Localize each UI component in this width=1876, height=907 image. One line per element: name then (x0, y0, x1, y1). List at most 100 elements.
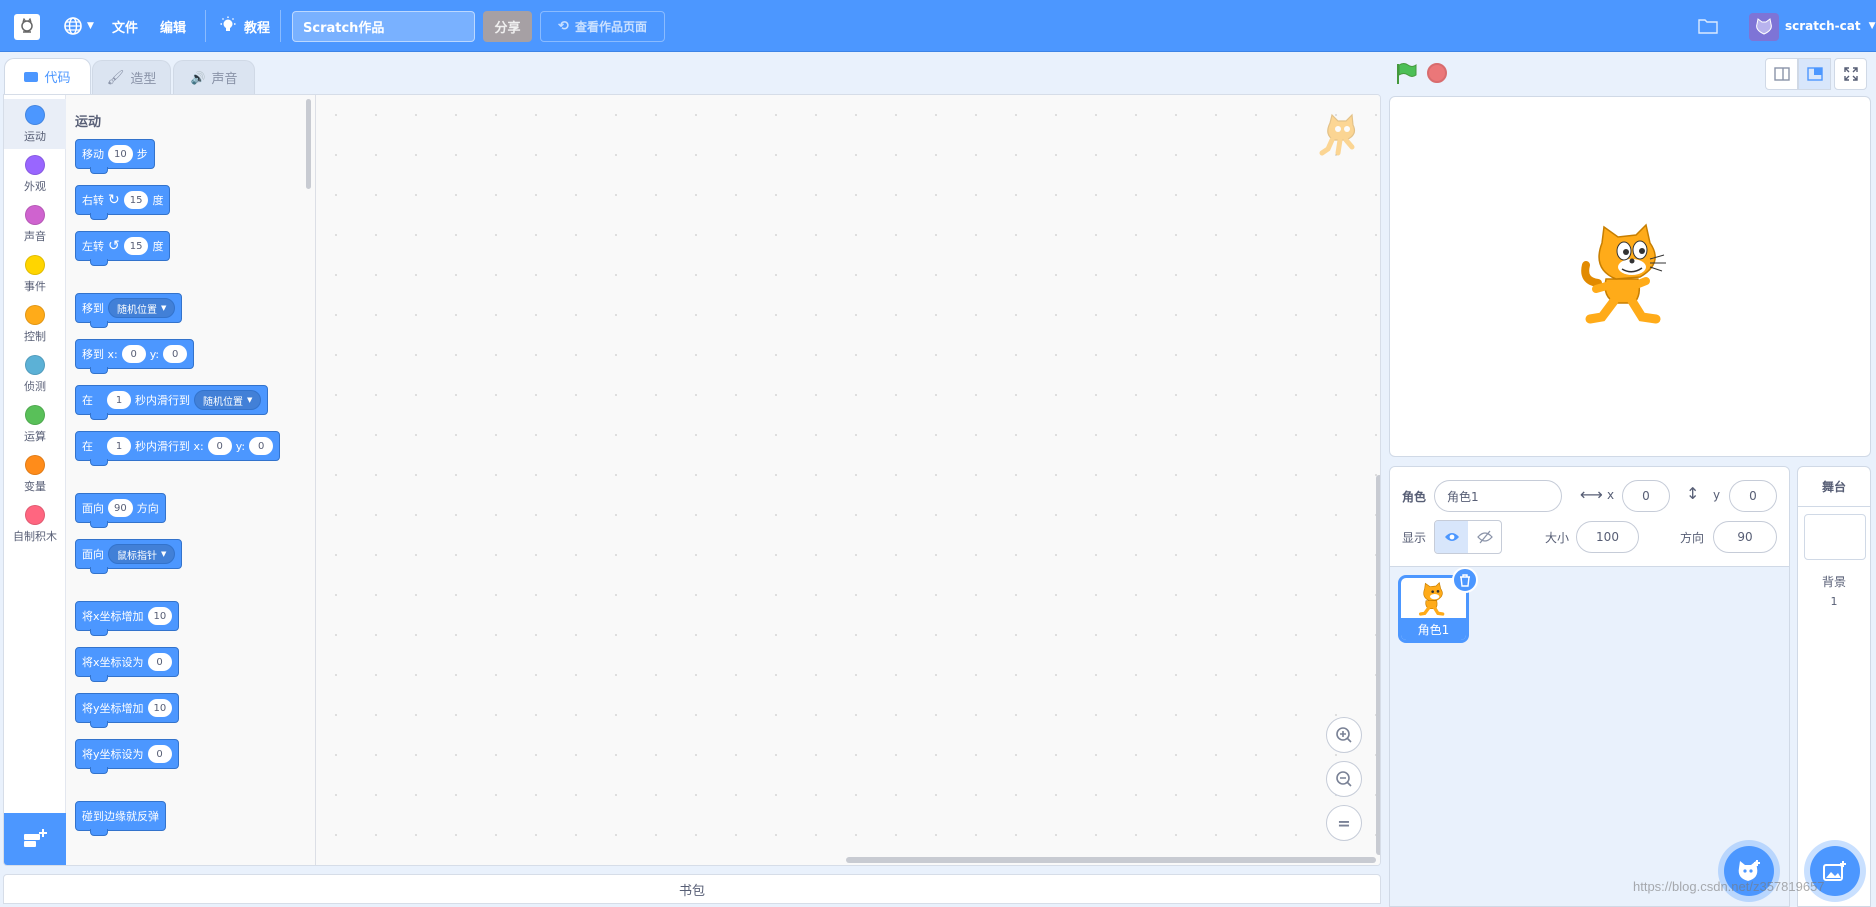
category-item[interactable]: 自制积木 (4, 499, 66, 549)
block-point-direction[interactable]: 面向 90 方向 (75, 493, 166, 528)
block-number-input[interactable]: 0 (147, 653, 172, 671)
category-color-dot (25, 405, 45, 425)
scratch-logo[interactable] (14, 14, 40, 40)
stop-button[interactable] (1427, 63, 1447, 83)
block-number-input[interactable]: 0 (121, 345, 146, 363)
normal-stage-button[interactable] (1798, 58, 1831, 90)
tab-costumes[interactable]: 🖌 造型 (92, 60, 171, 94)
edit-menu[interactable]: 编辑 (160, 0, 186, 52)
zoom-reset-button[interactable]: = (1326, 805, 1362, 841)
stage-canvas[interactable] (1389, 96, 1871, 457)
palette-scrollbar[interactable] (306, 99, 311, 189)
block-number-input[interactable]: 15 (123, 191, 149, 209)
direction-label: 方向 (1680, 531, 1705, 545)
block-number-input[interactable]: 10 (108, 145, 133, 163)
category-item[interactable]: 声音 (4, 199, 66, 249)
direction-input[interactable]: 90 (1713, 521, 1777, 553)
hide-sprite-button[interactable] (1468, 521, 1501, 553)
block-goto[interactable]: 移到 随机位置 ▼ (75, 293, 183, 328)
account-menu[interactable]: scratch-cat ▼ (1785, 0, 1876, 52)
block-number-input[interactable]: 15 (123, 237, 149, 255)
category-menu: 运动 外观 声音 事件 控制侦测运算 变量 自制积木 (4, 95, 66, 865)
block-bounce-on-edge[interactable]: 碰到边缘就反弹 (75, 801, 166, 836)
block-point-towards[interactable]: 面向 鼠标指针 ▼ (75, 539, 183, 574)
block-change-x[interactable]: 将x坐标增加 10 (75, 601, 180, 636)
small-stage-button[interactable] (1765, 58, 1798, 90)
block-number-input[interactable]: 10 (147, 699, 173, 717)
block-set-y[interactable]: 将y坐标设为 0 (75, 739, 179, 774)
block-glide-to[interactable]: 在 1 秒内滑行到 随机位置 ▼ (75, 385, 269, 420)
size-input[interactable]: 100 (1576, 521, 1639, 553)
block-move-steps[interactable]: 移动 10 步 (75, 139, 155, 174)
category-item[interactable]: 侦测 (4, 349, 66, 399)
y-position-input[interactable]: 0 (1729, 480, 1777, 512)
category-item[interactable]: 运算 (4, 399, 66, 449)
block-number-input[interactable]: 1 (107, 437, 131, 455)
lightbulb-icon (220, 16, 236, 31)
share-button[interactable]: 分享 (483, 11, 532, 42)
delete-sprite-button[interactable] (1452, 567, 1478, 593)
code-blocks-icon (24, 71, 39, 82)
show-sprite-button[interactable] (1435, 521, 1468, 553)
block-goto-xy[interactable]: 移到 x: 0 y: 0 (75, 339, 195, 374)
block-set-x[interactable]: 将x坐标设为 0 (75, 647, 179, 682)
sprite-cat-on-stage[interactable] (1580, 223, 1680, 334)
workspace-horizontal-scrollbar[interactable] (846, 857, 1376, 863)
block-dropdown[interactable]: 鼠标指针 ▼ (108, 544, 176, 564)
category-color-dot (25, 105, 45, 125)
backpack[interactable]: 书包 (3, 874, 1381, 904)
script-workspace[interactable]: = (316, 95, 1380, 865)
block-number-input[interactable]: 1 (107, 391, 131, 409)
zoom-in-button[interactable] (1326, 717, 1362, 753)
block-glide-xy[interactable]: 在 1 秒内滑行到 x: 0 y: 0 (75, 431, 281, 466)
block-text: 将y坐标增加 (82, 702, 144, 715)
tab-code[interactable]: 代码 (4, 58, 91, 94)
add-extension-button[interactable] (4, 813, 66, 865)
block-turn-right[interactable]: 右转 ↻ 15 度 (75, 185, 171, 220)
block-number-input[interactable]: 90 (108, 499, 133, 517)
avatar[interactable] (1749, 13, 1779, 41)
category-item[interactable]: 控制 (4, 299, 66, 349)
stage-target-pane[interactable]: 舞台 背景 1 (1797, 466, 1871, 907)
x-position-input[interactable]: 0 (1622, 480, 1670, 512)
eye-slash-icon (1476, 530, 1493, 544)
category-color-dot (25, 155, 45, 175)
block-dropdown[interactable]: 随机位置 ▼ (108, 298, 176, 318)
green-flag-button[interactable] (1394, 62, 1418, 89)
tab-sounds[interactable]: 🔊 声音 (173, 60, 255, 94)
fullscreen-button[interactable] (1834, 58, 1867, 90)
category-color-dot (25, 455, 45, 475)
block-number-input[interactable]: 10 (147, 607, 173, 625)
x-label: x (1607, 488, 1615, 502)
block-number-input[interactable]: 0 (249, 437, 274, 455)
see-project-page-button[interactable]: ⟲ 查看作品页面 (540, 11, 665, 42)
vertical-arrows-icon: ↕ (1686, 484, 1700, 503)
block-change-y[interactable]: 将y坐标增加 10 (75, 693, 180, 728)
block-text: 将y坐标设为 (82, 748, 144, 761)
project-title-input[interactable]: Scratch作品 (292, 11, 475, 42)
add-extension-icon (24, 829, 47, 847)
category-item[interactable]: 变量 (4, 449, 66, 499)
block-number-input[interactable]: 0 (147, 745, 172, 763)
tab-costumes-label: 造型 (130, 72, 157, 87)
zoom-out-button[interactable] (1326, 761, 1362, 797)
sprite-thumbnail (1417, 582, 1451, 621)
tutorial-menu[interactable]: 教程 (218, 0, 270, 52)
category-item[interactable]: 事件 (4, 249, 66, 299)
category-item[interactable]: 运动 (4, 99, 66, 149)
file-menu[interactable]: 文件 (112, 0, 138, 52)
see-project-page-label: 查看作品页面 (574, 20, 647, 34)
block-dropdown[interactable]: 随机位置 ▼ (194, 390, 262, 410)
my-stuff-button[interactable] (1698, 0, 1718, 52)
eye-icon (1444, 533, 1459, 541)
category-label: 侦测 (24, 380, 46, 393)
category-item[interactable]: 外观 (4, 149, 66, 199)
workspace-vertical-scrollbar[interactable] (1376, 475, 1380, 855)
block-number-input[interactable]: 0 (163, 345, 188, 363)
zoom-in-icon (1336, 727, 1352, 743)
language-menu[interactable]: ▼ (62, 0, 94, 52)
sprite-name-input[interactable]: 角色1 (1434, 480, 1562, 512)
block-turn-left[interactable]: 左转 ↺ 15 度 (75, 231, 171, 266)
block-text: 面向 (82, 502, 104, 515)
block-number-input[interactable]: 0 (207, 437, 232, 455)
